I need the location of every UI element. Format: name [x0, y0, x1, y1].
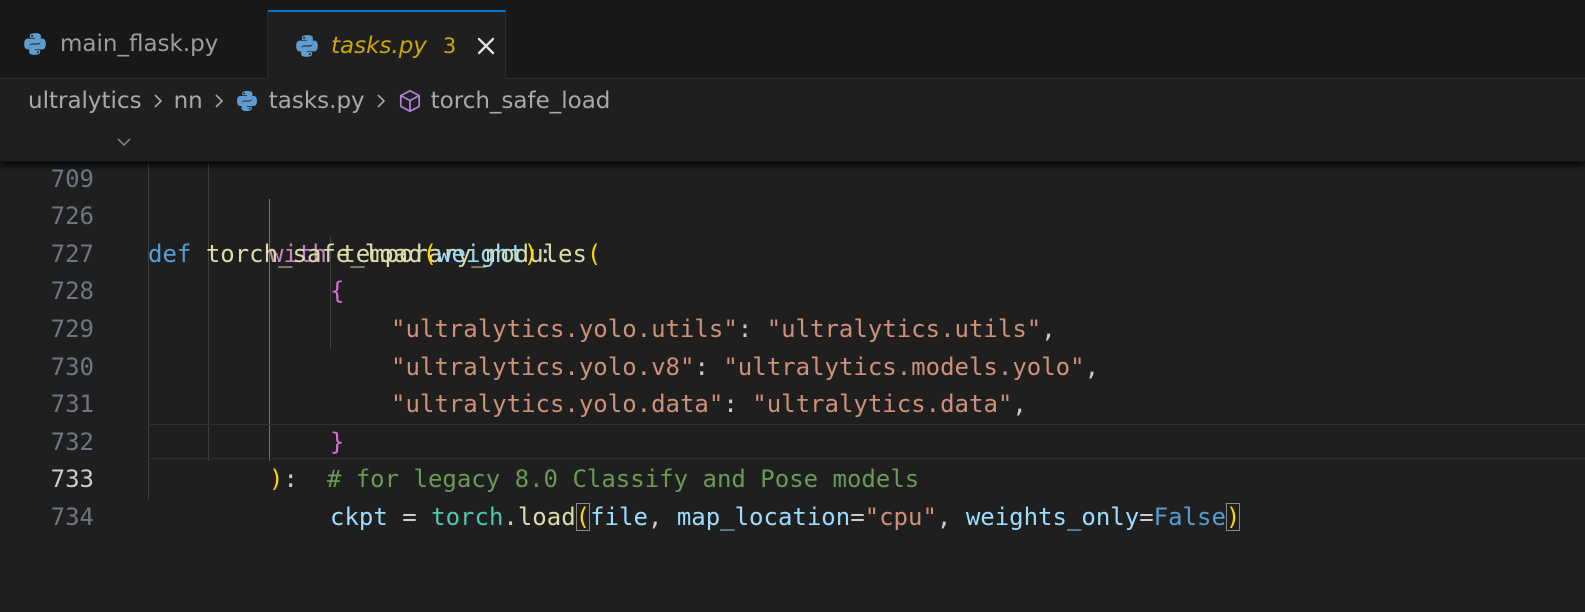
tab-main-flask[interactable]: main_flask.py	[0, 10, 268, 78]
editor-tab-bar: main_flask.py tasks.py 3	[0, 10, 1585, 79]
code-editor[interactable]: 709 def torch_safe_load(weight): 726 wit…	[0, 123, 1585, 531]
code-line[interactable]: 734	[0, 461, 1585, 531]
breadcrumb-item-nn[interactable]: nn	[174, 88, 203, 114]
code-line-active[interactable]: 733 ckpt = torch.load(file, map_location…	[0, 424, 1585, 531]
bracket-match-close: )	[1225, 502, 1241, 531]
code-text: def torch_safe_load(weight):	[148, 239, 553, 268]
code-line[interactable]: 726 with temporary_modules(	[0, 161, 1585, 268]
python-icon	[296, 34, 318, 57]
problems-count-badge: 3	[442, 33, 457, 58]
code-line[interactable]: 727 {	[0, 198, 1585, 306]
code-line[interactable]: 729 "ultralytics.yolo.v8": "ultralytics.…	[0, 273, 1585, 381]
line-number: 734	[50, 502, 94, 531]
code-line[interactable]: 730 "ultralytics.yolo.data": "ultralytic…	[0, 311, 1585, 419]
tab-main-flask-label: main_flask.py	[60, 31, 219, 57]
breadcrumb: ultralytics nn tasks.py torch_safe_load	[0, 79, 1585, 123]
sticky-scroll-line[interactable]: 709 def torch_safe_load(weight):	[0, 123, 1585, 268]
breadcrumb-item-ultralytics[interactable]: ultralytics	[28, 88, 142, 114]
bracket-match-open: (	[575, 502, 591, 531]
chevron-right-icon	[371, 91, 391, 111]
code-line[interactable]: 732 ): # for legacy 8.0 Classify and Pos…	[0, 386, 1585, 494]
line-number: 709	[50, 164, 94, 193]
tab-tasks[interactable]: tasks.py 3	[268, 10, 506, 79]
fold-chevron-down-icon[interactable]	[114, 123, 136, 161]
code-line[interactable]: 731 }	[0, 349, 1585, 456]
chevron-right-icon	[209, 91, 229, 111]
breadcrumb-item-tasks[interactable]: tasks.py	[235, 88, 365, 114]
close-icon[interactable]	[474, 34, 498, 58]
tab-tasks-label: tasks.py	[331, 32, 427, 59]
python-icon	[24, 33, 46, 55]
chevron-right-icon	[148, 91, 168, 111]
symbol-method-icon	[399, 89, 420, 113]
python-icon	[236, 91, 257, 111]
code-text: ckpt = torch.load(file, map_location="cp…	[330, 502, 1241, 531]
breadcrumb-item-torch-safe-load[interactable]: torch_safe_load	[397, 88, 610, 114]
